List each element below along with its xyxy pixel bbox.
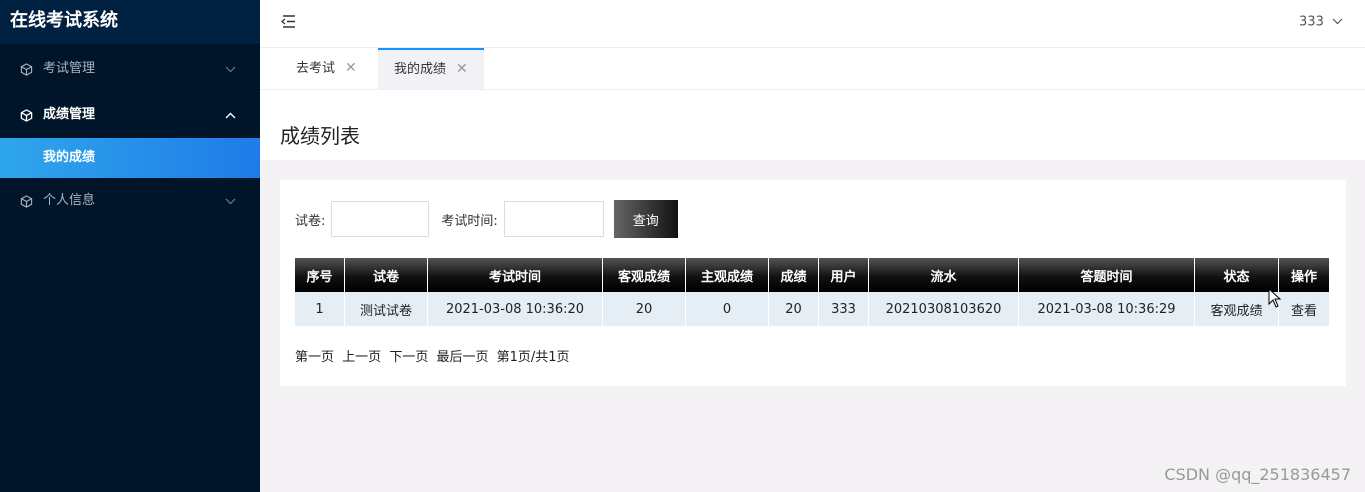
column-header: 用户	[818, 258, 869, 292]
chevron-down-icon	[225, 178, 236, 224]
column-header: 操作	[1278, 258, 1329, 292]
page-info: 第1页/共1页	[496, 350, 570, 365]
search-button[interactable]: 查询	[613, 200, 678, 238]
table-cell: 333	[818, 292, 869, 326]
sidebar-item-score-management[interactable]: 成绩管理	[0, 92, 260, 138]
column-header: 成绩	[768, 258, 819, 292]
score-table: 序号 试卷 考试时间 客观成绩 主观成绩 成绩 用户 流水 答题时间 状态 操作…	[295, 258, 1329, 326]
column-header: 试卷	[344, 258, 428, 292]
table-cell: 1	[295, 292, 345, 326]
paper-input[interactable]	[331, 201, 430, 237]
cube-icon	[20, 178, 34, 224]
menu-fold-icon[interactable]	[280, 13, 297, 34]
watermark: CSDN @qq_251836457	[1164, 465, 1351, 484]
search-form: 试卷: 考试时间: 查询	[295, 200, 678, 238]
table-cell: 2021-03-08 10:36:29	[1018, 292, 1195, 326]
close-icon[interactable]: ✕	[456, 61, 468, 77]
app-title: 在线考试系统	[0, 0, 260, 44]
username: 333	[1299, 14, 1324, 30]
prev-page-link[interactable]: 上一页	[342, 350, 381, 365]
table-row: 1 测试试卷 2021-03-08 10:36:20 20 0 20 333 2…	[295, 292, 1329, 326]
page-title: 成绩列表	[280, 124, 360, 148]
tab-label: 去考试	[296, 61, 336, 76]
user-menu[interactable]: 333	[1299, 0, 1343, 45]
view-link[interactable]: 查看	[1278, 292, 1329, 326]
content-card: 试卷: 考试时间: 查询 序号 试卷 考试时间 客观成绩 主观成绩 成绩 用户 …	[280, 180, 1346, 386]
paper-label: 试卷:	[295, 213, 326, 229]
tab-my-scores[interactable]: 我的成绩 ✕	[378, 48, 484, 89]
pagination: 第一页 上一页 下一页 最后一页 第1页/共1页	[295, 346, 574, 365]
first-page-link[interactable]: 第一页	[295, 350, 334, 365]
sidebar-item-label: 成绩管理	[43, 107, 96, 122]
sidebar: 在线考试系统 考试管理 成绩管理 我的成绩 个人信息	[0, 0, 260, 492]
sidebar-item-exam-management[interactable]: 考试管理	[0, 46, 260, 92]
column-header: 序号	[295, 258, 345, 292]
table-cell: 20	[768, 292, 819, 326]
cube-icon	[20, 92, 34, 138]
table-cell: 20	[602, 292, 686, 326]
tab-label: 我的成绩	[394, 62, 447, 77]
column-header: 考试时间	[427, 258, 603, 292]
chevron-down-icon	[1332, 0, 1343, 44]
exam-time-input[interactable]	[503, 201, 604, 237]
column-header: 客观成绩	[602, 258, 686, 292]
table-cell: 20210308103620	[868, 292, 1019, 326]
chevron-up-icon	[225, 92, 236, 138]
close-icon[interactable]: ✕	[345, 60, 357, 76]
table-cell: 客观成绩	[1194, 292, 1279, 326]
tab-take-exam[interactable]: 去考试 ✕	[280, 48, 373, 89]
table-cell: 0	[685, 292, 769, 326]
chevron-down-icon	[225, 46, 236, 92]
column-header: 状态	[1194, 258, 1279, 292]
column-header: 主观成绩	[685, 258, 769, 292]
column-header: 流水	[868, 258, 1019, 292]
sidebar-item-my-scores[interactable]: 我的成绩	[0, 138, 260, 178]
sidebar-item-label: 考试管理	[43, 61, 96, 76]
table-cell: 测试试卷	[344, 292, 428, 326]
top-header: 333	[260, 0, 1365, 48]
sidebar-item-personal-info[interactable]: 个人信息	[0, 178, 260, 224]
table-header-row: 序号 试卷 考试时间 客观成绩 主观成绩 成绩 用户 流水 答题时间 状态 操作	[295, 258, 1329, 292]
cube-icon	[20, 46, 34, 92]
page-header: 成绩列表	[260, 90, 1365, 160]
column-header: 答题时间	[1018, 258, 1195, 292]
table-cell: 2021-03-08 10:36:20	[427, 292, 603, 326]
next-page-link[interactable]: 下一页	[389, 350, 428, 365]
sidebar-item-label: 个人信息	[43, 193, 96, 208]
tab-bar: 去考试 ✕ 我的成绩 ✕	[260, 48, 1365, 90]
mouse-cursor-icon	[1268, 287, 1282, 312]
last-page-link[interactable]: 最后一页	[436, 350, 488, 365]
exam-time-label: 考试时间:	[441, 213, 498, 229]
